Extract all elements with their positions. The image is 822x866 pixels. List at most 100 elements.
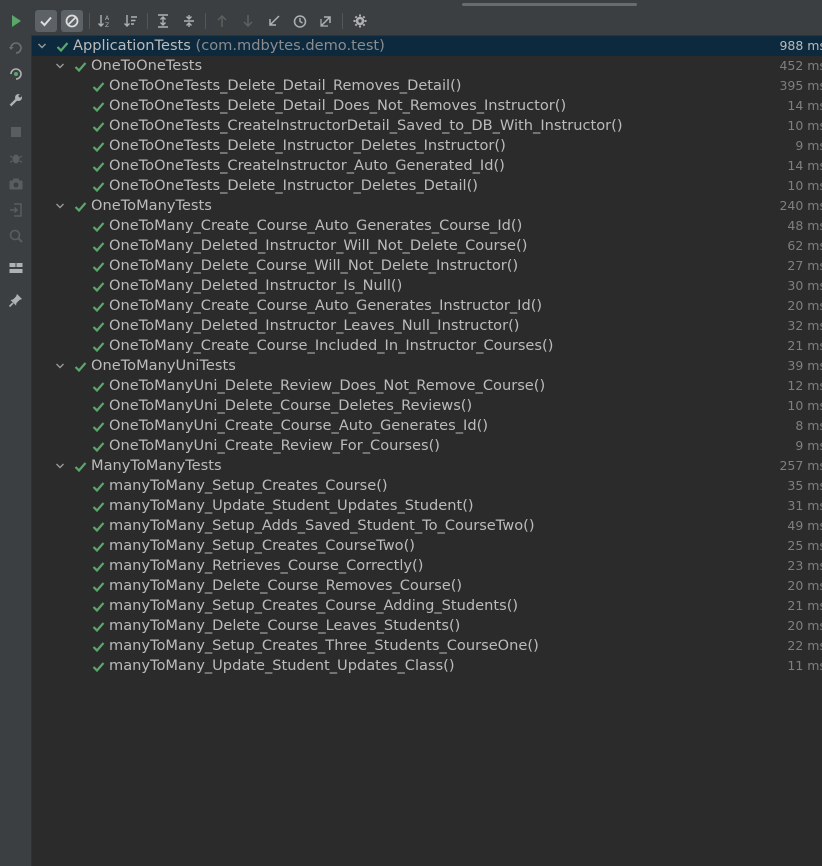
duration-label: 25 ms	[787, 538, 822, 553]
duration-label: 988 ms	[779, 38, 822, 53]
show-ignored-icon[interactable]	[61, 10, 83, 32]
test-case-row[interactable]: manyToMany_Setup_Creates_Course() 35 ms	[32, 476, 822, 496]
test-case-row[interactable]: OneToOneTests_Delete_Instructor_Deletes_…	[32, 136, 822, 156]
screenshot-icon[interactable]	[7, 175, 25, 193]
test-case-row[interactable]: manyToMany_Setup_Adds_Saved_Student_To_C…	[32, 516, 822, 536]
test-case-row[interactable]: OneToManyUni_Delete_Course_Deletes_Revie…	[32, 396, 822, 416]
test-case-row[interactable]: OneToMany_Create_Course_Auto_Generates_I…	[32, 296, 822, 316]
test-suite-row[interactable]: OneToManyTests 240 ms	[32, 196, 822, 216]
test-results-tree: ApplicationTests (com.mdbytes.demo.test)…	[32, 36, 822, 866]
test-case-row[interactable]: manyToMany_Setup_Creates_Three_Students_…	[32, 636, 822, 656]
test-case-row[interactable]: manyToMany_Retrieves_Course_Correctly() 2…	[32, 556, 822, 576]
duration-label: 240 ms	[779, 198, 822, 213]
next-failed-icon[interactable]	[237, 10, 259, 32]
exit-icon[interactable]	[7, 201, 25, 219]
duration-label: 32 ms	[787, 318, 822, 333]
test-case-row[interactable]: OneToMany_Create_Course_Auto_Generates_C…	[32, 216, 822, 236]
passed-check-icon	[92, 556, 105, 576]
test-case-row[interactable]: OneToManyUni_Delete_Review_Does_Not_Remo…	[32, 376, 822, 396]
test-case-row[interactable]: OneToOneTests_Delete_Detail_Does_Not_Rem…	[32, 96, 822, 116]
test-case-row[interactable]: manyToMany_Setup_Creates_Course_Adding_S…	[32, 596, 822, 616]
test-name: manyToMany_Setup_Creates_Three_Students_…	[109, 637, 539, 654]
test-case-row[interactable]: manyToMany_Update_Student_Updates_Class(…	[32, 656, 822, 676]
test-case-row[interactable]: OneToManyUni_Create_Review_For_Courses()…	[32, 436, 822, 456]
passed-check-icon	[92, 596, 105, 616]
duration-label: 27 ms	[787, 258, 822, 273]
rerun-icon[interactable]	[7, 39, 25, 57]
test-name: manyToMany_Setup_Creates_Course()	[109, 477, 388, 494]
duration-label: 20 ms	[787, 298, 822, 313]
run-icon[interactable]	[5, 10, 27, 32]
show-passed-icon[interactable]	[35, 10, 57, 32]
duration-label: 12 ms	[787, 378, 822, 393]
test-case-row[interactable]: OneToOneTests_Delete_Instructor_Deletes_…	[32, 176, 822, 196]
test-suite-row[interactable]: ManyToManyTests 257 ms	[32, 456, 822, 476]
run-tool-sidebar	[0, 35, 32, 866]
layout-icon[interactable]	[7, 259, 25, 277]
debug-icon[interactable]	[7, 149, 25, 167]
svg-text:A: A	[105, 15, 110, 22]
test-suite-row[interactable]: OneToManyUniTests 39 ms	[32, 356, 822, 376]
test-case-row[interactable]: manyToMany_Update_Student_Updates_Studen…	[32, 496, 822, 516]
pin-icon[interactable]	[7, 291, 25, 309]
duration-label: 10 ms	[787, 398, 822, 413]
test-case-row[interactable]: manyToMany_Delete_Course_Removes_Course(…	[32, 576, 822, 596]
expand-all-icon[interactable]	[152, 10, 174, 32]
test-case-row[interactable]: OneToOneTests_CreateInstructorDetail_Sav…	[32, 116, 822, 136]
suite-name: OneToManyTests	[91, 197, 212, 214]
chevron-down-icon[interactable]	[54, 196, 66, 216]
passed-check-icon	[74, 56, 87, 76]
chevron-down-icon[interactable]	[54, 356, 66, 376]
test-case-row[interactable]: OneToMany_Create_Course_Included_In_Inst…	[32, 336, 822, 356]
previous-failed-icon[interactable]	[211, 10, 233, 32]
duration-label: 48 ms	[787, 218, 822, 233]
stop-icon[interactable]	[7, 123, 25, 141]
horizontal-scrollbar[interactable]	[462, 3, 637, 6]
test-case-row[interactable]: manyToMany_Delete_Course_Leaves_Students…	[32, 616, 822, 636]
passed-check-icon	[92, 316, 105, 336]
history-icon[interactable]	[289, 10, 311, 32]
test-name: manyToMany_Update_Student_Updates_Studen…	[109, 497, 474, 514]
duration-label: 11 ms	[787, 658, 822, 673]
sort-by-duration-icon[interactable]	[120, 10, 142, 32]
test-name: OneToMany_Deleted_Instructor_Leaves_Null…	[109, 317, 520, 334]
test-case-row[interactable]: OneToMany_Deleted_Instructor_Is_Null() 30…	[32, 276, 822, 296]
import-tests-icon[interactable]	[263, 10, 285, 32]
chevron-down-icon[interactable]	[36, 36, 48, 56]
duration-label: 31 ms	[787, 498, 822, 513]
test-case-row[interactable]: manyToMany_Setup_Creates_CourseTwo() 25 m…	[32, 536, 822, 556]
coverage-icon[interactable]	[7, 227, 25, 245]
test-case-row[interactable]: OneToMany_Deleted_Instructor_Leaves_Null…	[32, 316, 822, 336]
duration-label: 14 ms	[787, 98, 822, 113]
test-name: OneToOneTests_Delete_Detail_Removes_Deta…	[109, 77, 462, 94]
duration-label: 62 ms	[787, 238, 822, 253]
passed-check-icon	[92, 516, 105, 536]
duration-label: 8 ms	[795, 418, 822, 433]
passed-check-icon	[92, 396, 105, 416]
test-case-row[interactable]: OneToOneTests_Delete_Detail_Removes_Deta…	[32, 76, 822, 96]
sort-alphabetically-icon[interactable]: AZ	[94, 10, 116, 32]
window-top-strip	[0, 0, 822, 7]
duration-label: 39 ms	[787, 358, 822, 373]
duration-label: 14 ms	[787, 158, 822, 173]
test-case-row[interactable]: OneToOneTests_CreateInstructor_Auto_Gene…	[32, 156, 822, 176]
tree-root-row[interactable]: ApplicationTests (com.mdbytes.demo.test)…	[32, 36, 822, 56]
collapse-all-icon[interactable]	[178, 10, 200, 32]
test-suite-row[interactable]: OneToOneTests 452 ms	[32, 56, 822, 76]
passed-check-icon	[92, 256, 105, 276]
passed-check-icon	[92, 416, 105, 436]
test-name: OneToManyUni_Delete_Course_Deletes_Revie…	[109, 397, 473, 414]
chevron-down-icon[interactable]	[54, 56, 66, 76]
rerun-failed-icon[interactable]	[7, 65, 25, 83]
duration-label: 9 ms	[795, 438, 822, 453]
test-case-row[interactable]: OneToMany_Delete_Course_Will_Not_Delete_…	[32, 256, 822, 276]
passed-check-icon	[92, 656, 105, 676]
wrench-icon[interactable]	[7, 91, 25, 109]
test-case-row[interactable]: OneToManyUni_Create_Course_Auto_Generate…	[32, 416, 822, 436]
toolbar-separator	[89, 13, 90, 29]
settings-icon[interactable]	[349, 10, 371, 32]
passed-check-icon	[92, 236, 105, 256]
chevron-down-icon[interactable]	[54, 456, 66, 476]
export-tests-icon[interactable]	[315, 10, 337, 32]
test-case-row[interactable]: OneToMany_Deleted_Instructor_Will_Not_De…	[32, 236, 822, 256]
